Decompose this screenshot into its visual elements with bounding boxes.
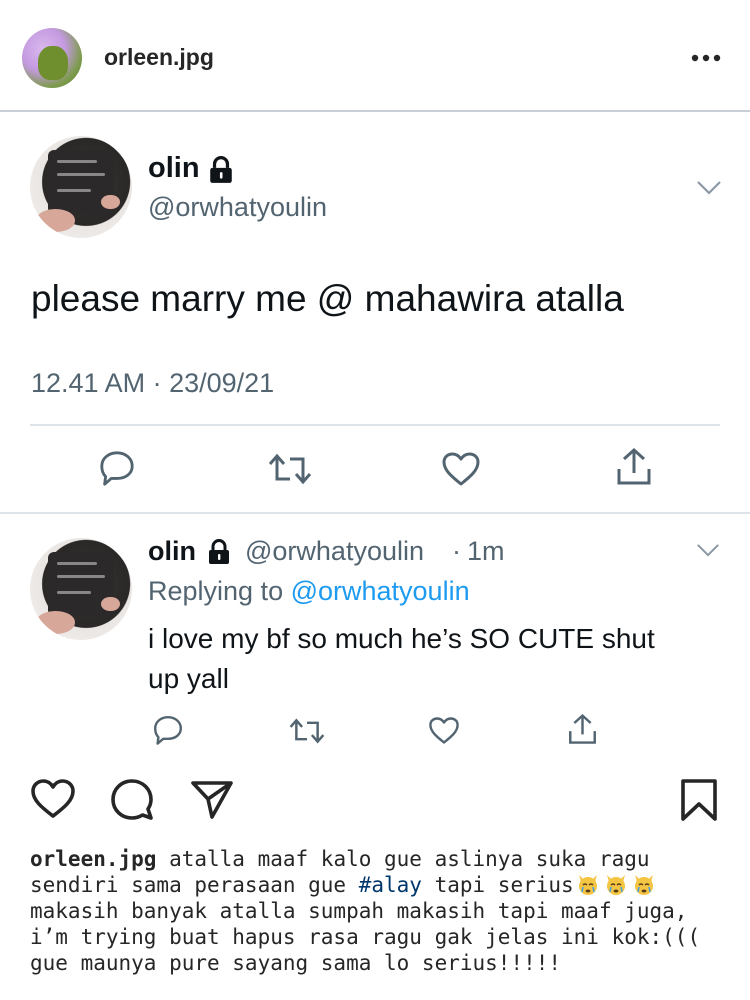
retweet-icon[interactable] — [268, 451, 312, 487]
reply-display-name[interactable]: olin — [148, 536, 196, 567]
caption-hashtag[interactable]: #alay — [359, 873, 422, 897]
replying-to-link[interactable]: @orwhatyoulin — [291, 576, 470, 606]
bookmark-icon[interactable] — [680, 778, 718, 822]
section-divider — [0, 512, 750, 514]
tweet-display-name[interactable]: olin — [148, 152, 200, 185]
share-icon[interactable] — [615, 447, 653, 487]
post-username[interactable]: orleen.jpg — [104, 44, 214, 71]
caption-text-3: makasih banyak atalla sumpah makasih tap… — [30, 899, 701, 975]
retweet-icon[interactable] — [289, 716, 325, 746]
reply-icon[interactable] — [98, 449, 136, 487]
reply-text-line-2: up yall — [148, 663, 229, 694]
reply-handle[interactable]: @orwhatyoulin — [245, 536, 424, 567]
crying-cat-emoji — [578, 875, 597, 895]
tweet-timestamp[interactable]: 12.41 AM · 23/09/21 — [31, 368, 274, 399]
reply-text-line-1: i love my bf so much he’s SO CUTE shut — [148, 623, 655, 654]
heart-icon[interactable] — [30, 778, 76, 820]
replying-to-line: Replying to @orwhatyoulin — [148, 576, 470, 607]
reply-avatar[interactable] — [30, 538, 132, 640]
crying-cat-emoji — [606, 875, 625, 895]
comment-icon[interactable] — [110, 778, 154, 822]
tweet-divider — [30, 424, 720, 426]
tweet-text: please marry me @ mahawira atalla — [31, 278, 624, 319]
share-direct-icon[interactable] — [190, 779, 234, 821]
more-horizontal-icon[interactable] — [690, 48, 722, 68]
lock-icon — [210, 156, 232, 183]
reply-time-separator: · — [452, 536, 461, 566]
share-icon[interactable] — [567, 713, 598, 746]
tweet-handle[interactable]: @orwhatyoulin — [148, 192, 327, 223]
caption-text-2: tapi serius — [421, 873, 574, 897]
crying-cat-emoji — [634, 875, 653, 895]
chevron-down-icon[interactable] — [696, 543, 720, 558]
reply-time[interactable]: 1m — [467, 536, 505, 567]
profile-avatar[interactable] — [22, 28, 82, 88]
like-icon[interactable] — [428, 716, 460, 745]
reply-icon[interactable] — [152, 714, 184, 746]
caption-username[interactable]: orleen.jpg — [30, 847, 156, 871]
tweet-avatar[interactable] — [30, 136, 132, 238]
post-caption: orleen.jpg atalla maaf kalo gue aslinya … — [30, 846, 730, 976]
chevron-down-icon[interactable] — [696, 180, 722, 196]
like-icon[interactable] — [441, 451, 481, 487]
lock-icon — [209, 539, 229, 564]
replying-to-prefix: Replying to — [148, 576, 291, 606]
post-header: orleen.jpg — [0, 0, 750, 112]
